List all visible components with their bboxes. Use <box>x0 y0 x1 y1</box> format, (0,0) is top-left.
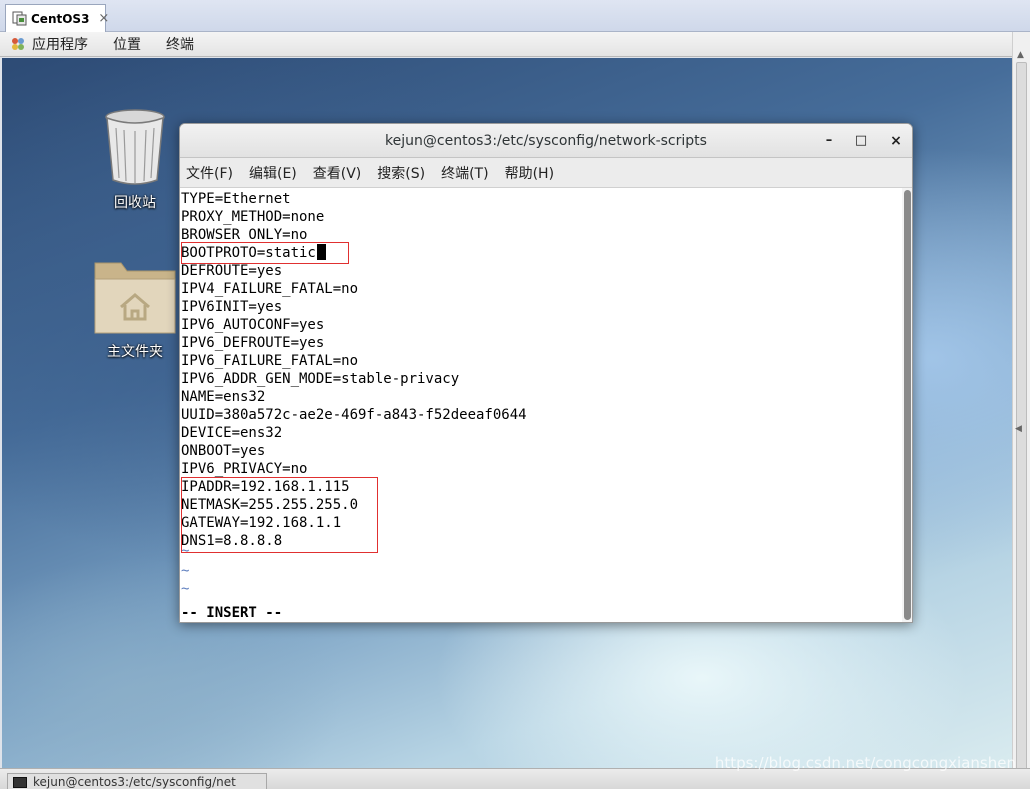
config-line: DEFROUTE=yes <box>181 263 283 279</box>
config-line: IPV6_ADDR_GEN_MODE=stable-privacy <box>181 371 460 387</box>
watermark: https://blog.csdn.net/congcongxianshen <box>714 754 1016 772</box>
desktop-icon-home[interactable]: 主文件夹 <box>85 255 185 361</box>
text-cursor <box>316 244 326 260</box>
config-line-dns: DNS1=8.8.8.8 <box>181 533 283 549</box>
config-line: PROXY_METHOD=none <box>181 209 325 225</box>
taskbar-item-label: kejun@centos3:/etc/sysconfig/net <box>33 775 236 789</box>
menu-file[interactable]: 文件(F) <box>186 163 233 183</box>
config-line: IPV4_FAILURE_FATAL=no <box>181 281 359 297</box>
terminal-window: kejun@centos3:/etc/sysconfig/network-scr… <box>179 123 913 623</box>
terminal-text-area[interactable]: TYPE=Ethernet PROXY_METHOD=none BROWSER_… <box>180 188 902 622</box>
vm-icon <box>12 11 27 26</box>
config-line: IPV6_PRIVACY=no <box>181 461 308 477</box>
terminal-menubar: 文件(F) 编辑(E) 查看(V) 搜索(S) 终端(T) 帮助(H) <box>180 158 912 188</box>
config-line: UUID=380a572c-ae2e-469f-a843-f52deeaf064… <box>181 407 527 423</box>
close-icon[interactable]: × <box>98 11 109 26</box>
menu-help[interactable]: 帮助(H) <box>505 163 554 183</box>
taskbar: kejun@centos3:/etc/sysconfig/net https:/… <box>0 754 1030 789</box>
taskbar-terminal-item[interactable]: kejun@centos3:/etc/sysconfig/net <box>7 773 267 789</box>
empty-line-tilde: ~ <box>181 581 190 597</box>
config-line: ONBOOT=yes <box>181 443 266 459</box>
vm-tab-centos3[interactable]: CentOS3 × <box>5 4 109 32</box>
terminal-scrollbar[interactable] <box>902 188 912 622</box>
menu-view[interactable]: 查看(V) <box>313 163 362 183</box>
config-line: IPV6_AUTOCONF=yes <box>181 317 325 333</box>
config-line-gateway: GATEWAY=192.168.1.1 <box>181 515 342 531</box>
close-icon[interactable]: × <box>887 132 905 150</box>
terminal-icon <box>13 776 27 788</box>
top-panel: 应用程序 位置 终端 <box>0 32 1030 57</box>
vm-tab-bar: CentOS3 × <box>0 0 1030 32</box>
config-line-bootproto: BOOTPROTO=static <box>181 244 326 262</box>
menu-edit[interactable]: 编辑(E) <box>249 163 297 183</box>
config-line: TYPE=Ethernet <box>181 191 291 207</box>
vm-tab-label: CentOS3 <box>31 11 90 26</box>
trash-label: 回收站 <box>114 195 156 211</box>
terminal-scrollbar-thumb[interactable] <box>904 190 911 620</box>
bootproto-text: BOOTPROTO=static <box>181 245 316 261</box>
scroll-left-icon[interactable]: ◀ <box>1015 424 1022 434</box>
config-line: IPV6_DEFROUTE=yes <box>181 335 325 351</box>
window-title: kejun@centos3:/etc/sysconfig/network-scr… <box>385 133 707 149</box>
applications-label: 应用程序 <box>32 37 88 53</box>
scrollbar-thumb[interactable] <box>1016 62 1027 778</box>
places-menu[interactable]: 位置 <box>113 34 141 54</box>
desktop-icon-trash[interactable]: 回收站 <box>85 108 185 212</box>
home-label: 主文件夹 <box>107 344 163 360</box>
vim-mode-indicator: -- INSERT -- <box>181 605 283 621</box>
config-line: IPV6_FAILURE_FATAL=no <box>181 353 359 369</box>
scroll-up-icon[interactable]: ▲ <box>1017 50 1024 60</box>
menu-terminal[interactable]: 终端(T) <box>441 163 488 183</box>
trash-icon <box>105 109 165 185</box>
minimize-icon[interactable]: – <box>820 132 838 150</box>
config-line: NAME=ens32 <box>181 389 266 405</box>
home-folder-icon <box>94 262 176 334</box>
config-line: BROWSER_ONLY=no <box>181 227 308 243</box>
terminal-menu[interactable]: 终端 <box>166 34 194 54</box>
empty-line-tilde: ~ <box>181 543 190 559</box>
config-line-netmask: NETMASK=255.255.255.0 <box>181 497 359 513</box>
apps-icon <box>12 38 24 50</box>
config-line: DEVICE=ens32 <box>181 425 283 441</box>
terminal-titlebar[interactable]: kejun@centos3:/etc/sysconfig/network-scr… <box>180 124 912 158</box>
config-line-ipaddr: IPADDR=192.168.1.115 <box>181 479 350 495</box>
applications-menu[interactable]: 应用程序 <box>0 34 113 54</box>
maximize-icon[interactable]: □ <box>852 132 870 150</box>
vm-scrollbar[interactable]: ▲ ◀ <box>1012 32 1030 778</box>
config-line: IPV6INIT=yes <box>181 299 283 315</box>
menu-search[interactable]: 搜索(S) <box>377 163 425 183</box>
empty-line-tilde: ~ <box>181 563 190 579</box>
